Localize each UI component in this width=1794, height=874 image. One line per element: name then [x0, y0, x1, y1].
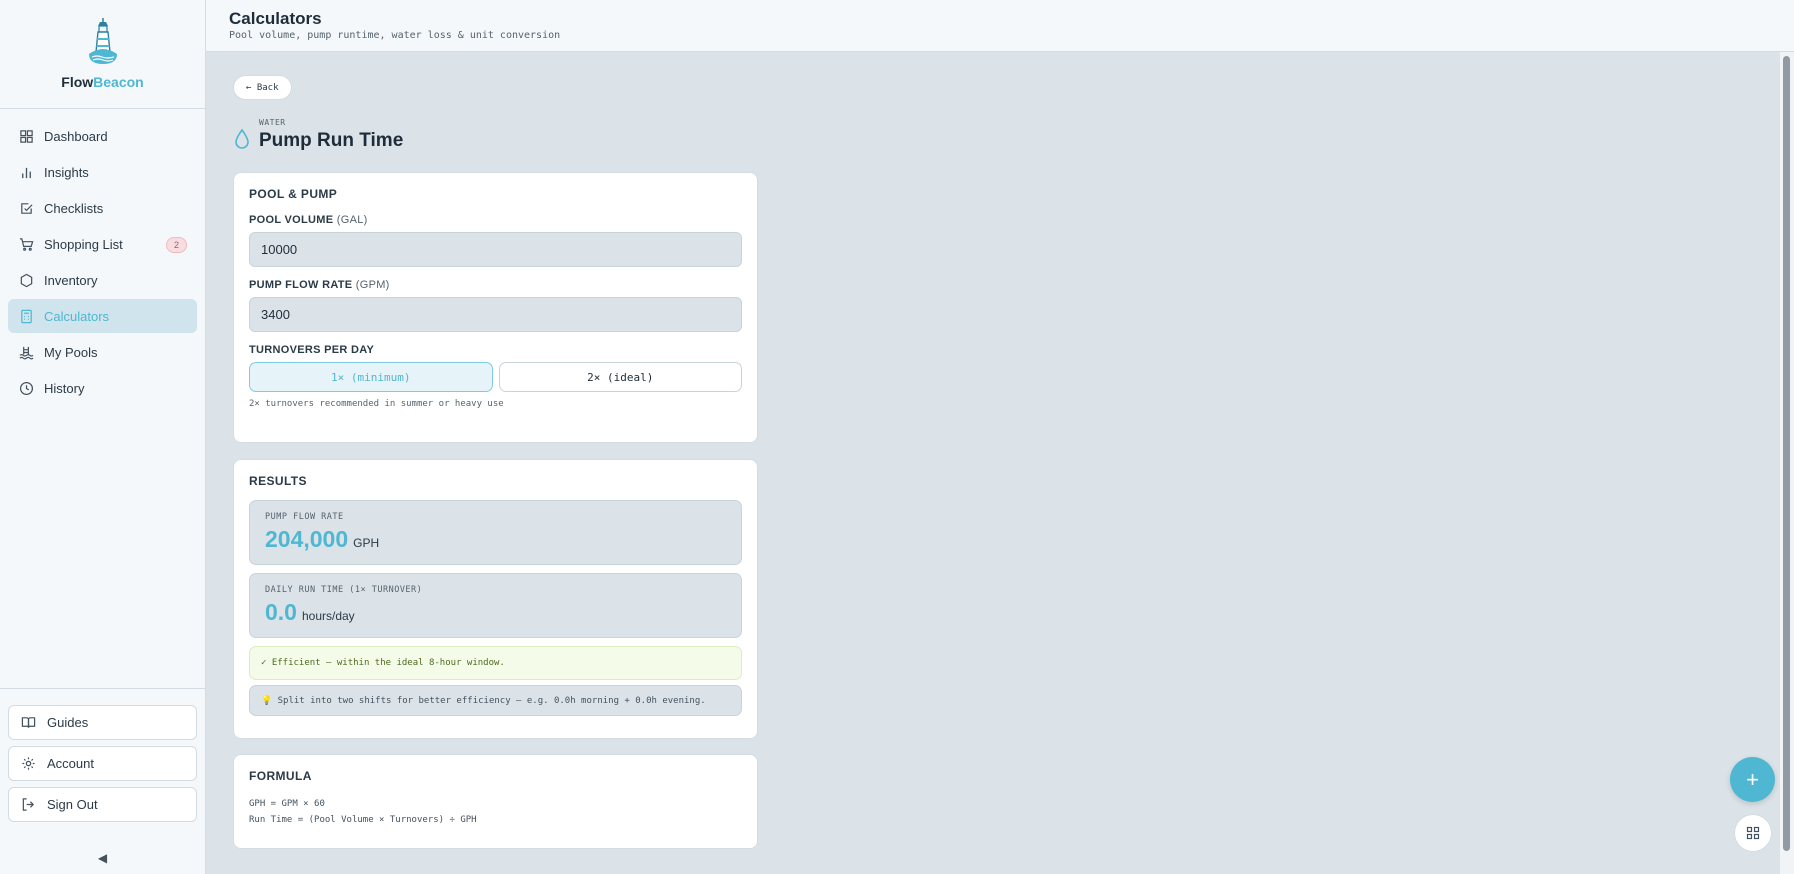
- run-time-result-unit: hours/day: [301, 609, 355, 623]
- sidebar-nav: Dashboard Insights Checklists Shopping L…: [0, 109, 205, 405]
- hexagon-icon: [18, 272, 34, 288]
- run-time-result-label: DAILY RUN TIME (1× TURNOVER): [265, 585, 423, 595]
- calculator-icon: [18, 308, 34, 324]
- sidebar-item-calculators[interactable]: Calculators: [8, 299, 197, 333]
- page-title: Calculators: [229, 9, 322, 28]
- page-header: Calculators Pool volume, pump runtime, w…: [206, 0, 1794, 52]
- checkbox-icon: [18, 200, 34, 216]
- sign-out-label: Sign Out: [47, 797, 98, 812]
- sign-out-icon: [21, 797, 37, 813]
- results-card: RESULTS PUMP FLOW RATE 204,000 GPH DAILY…: [233, 459, 758, 739]
- flow-rate-result-unit: GPH: [353, 536, 380, 550]
- grid-icon: [18, 128, 34, 144]
- flow-rate-result: PUMP FLOW RATE 204,000 GPH: [249, 500, 742, 565]
- brand-name: FlowBeacon: [61, 74, 144, 90]
- turnovers-toggle-group: 1× (minimum) 2× (ideal): [249, 362, 742, 392]
- shopping-list-count-badge: 2: [166, 237, 187, 253]
- sidebar-footer: Guides Account Sign Out ◀: [0, 688, 205, 874]
- sidebar-item-shopping-list[interactable]: Shopping List 2: [8, 227, 197, 261]
- sidebar-item-label: Checklists: [44, 200, 104, 216]
- sidebar-item-label: Calculators: [44, 308, 110, 324]
- run-time-result-value: 0.0: [265, 599, 297, 625]
- calculator-category: WATER: [259, 118, 286, 127]
- guides-button[interactable]: Guides: [8, 705, 197, 740]
- turnovers-label: TURNOVERS PER DAY: [249, 344, 375, 356]
- sidebar-item-dashboard[interactable]: Dashboard: [8, 119, 197, 153]
- pool-volume-input[interactable]: 10000: [249, 232, 742, 267]
- pool-pump-card: POOL & PUMP POOL VOLUME (GAL) 10000 PUMP…: [233, 172, 758, 443]
- sidebar-item-label: Dashboard: [44, 128, 108, 144]
- pool-icon: [18, 344, 34, 360]
- sidebar-item-checklists[interactable]: Checklists: [8, 191, 197, 225]
- page-subtitle: Pool volume, pump runtime, water loss & …: [229, 30, 561, 41]
- page-scrollbar[interactable]: [1780, 52, 1794, 874]
- grid-icon: [1746, 826, 1760, 840]
- clock-icon: [18, 380, 34, 396]
- water-drop-icon: [235, 128, 249, 149]
- sidebar-item-inventory[interactable]: Inventory: [8, 263, 197, 297]
- account-button[interactable]: Account: [8, 746, 197, 781]
- calculator-title: Pump Run Time: [259, 130, 404, 151]
- sign-out-button[interactable]: Sign Out: [8, 787, 197, 822]
- brand: FlowBeacon: [0, 0, 205, 109]
- add-fab-button[interactable]: +: [1730, 757, 1775, 802]
- sidebar: FlowBeacon Dashboard Insights Checklists…: [0, 0, 206, 874]
- chevron-left-icon: ◀: [97, 851, 108, 865]
- gear-icon: [21, 756, 37, 772]
- flow-rate-result-value: 204,000: [265, 526, 349, 552]
- formula-line-run-time: Run Time = (Pool Volume × Turnovers) ÷ G…: [249, 815, 477, 825]
- back-button[interactable]: ← Back: [233, 75, 292, 100]
- sidebar-item-label: Shopping List: [44, 236, 123, 252]
- sidebar-item-label: History: [44, 380, 85, 396]
- formula-line-gph: GPH = GPM × 60: [249, 799, 325, 809]
- guides-label: Guides: [47, 715, 89, 730]
- apps-grid-button[interactable]: [1734, 814, 1772, 852]
- bar-chart-icon: [18, 164, 34, 180]
- sidebar-item-label: Inventory: [44, 272, 98, 288]
- sidebar-item-insights[interactable]: Insights: [8, 155, 197, 189]
- pool-volume-label: POOL VOLUME (GAL): [249, 214, 368, 226]
- pump-flow-rate-input[interactable]: 3400: [249, 297, 742, 332]
- sidebar-item-label: My Pools: [44, 344, 98, 360]
- lighthouse-logo-icon: [88, 18, 117, 64]
- turnover-2x-button[interactable]: 2× (ideal): [498, 362, 742, 392]
- flow-rate-result-label: PUMP FLOW RATE: [265, 512, 344, 522]
- run-time-result: DAILY RUN TIME (1× TURNOVER) 0.0 hours/d…: [249, 573, 742, 638]
- pool-pump-title: POOL & PUMP: [249, 187, 338, 201]
- book-icon: [21, 715, 37, 731]
- account-label: Account: [47, 756, 94, 771]
- results-title: RESULTS: [249, 474, 307, 488]
- collapse-sidebar-button[interactable]: ◀: [0, 842, 205, 874]
- plus-icon: +: [1746, 766, 1759, 792]
- sidebar-item-my-pools[interactable]: My Pools: [8, 335, 197, 369]
- turnover-1x-button[interactable]: 1× (minimum): [249, 362, 493, 392]
- formula-title: FORMULA: [249, 769, 312, 783]
- cart-icon: [18, 236, 34, 252]
- efficiency-tip: 💡 Split into two shifts for better effic…: [249, 685, 742, 716]
- sidebar-item-history[interactable]: History: [8, 371, 197, 405]
- sidebar-item-label: Insights: [44, 164, 89, 180]
- scrollbar-thumb[interactable]: [1783, 56, 1790, 851]
- turnovers-hint: 2× turnovers recommended in summer or he…: [249, 399, 504, 409]
- efficiency-status-message: ✓ Efficient — within the ideal 8-hour wi…: [249, 646, 742, 680]
- calculator-title-row: WATER Pump Run Time: [233, 118, 403, 152]
- pump-flow-rate-label: PUMP FLOW RATE (GPM): [249, 279, 390, 291]
- formula-card: FORMULA GPH = GPM × 60 Run Time = (Pool …: [233, 754, 758, 849]
